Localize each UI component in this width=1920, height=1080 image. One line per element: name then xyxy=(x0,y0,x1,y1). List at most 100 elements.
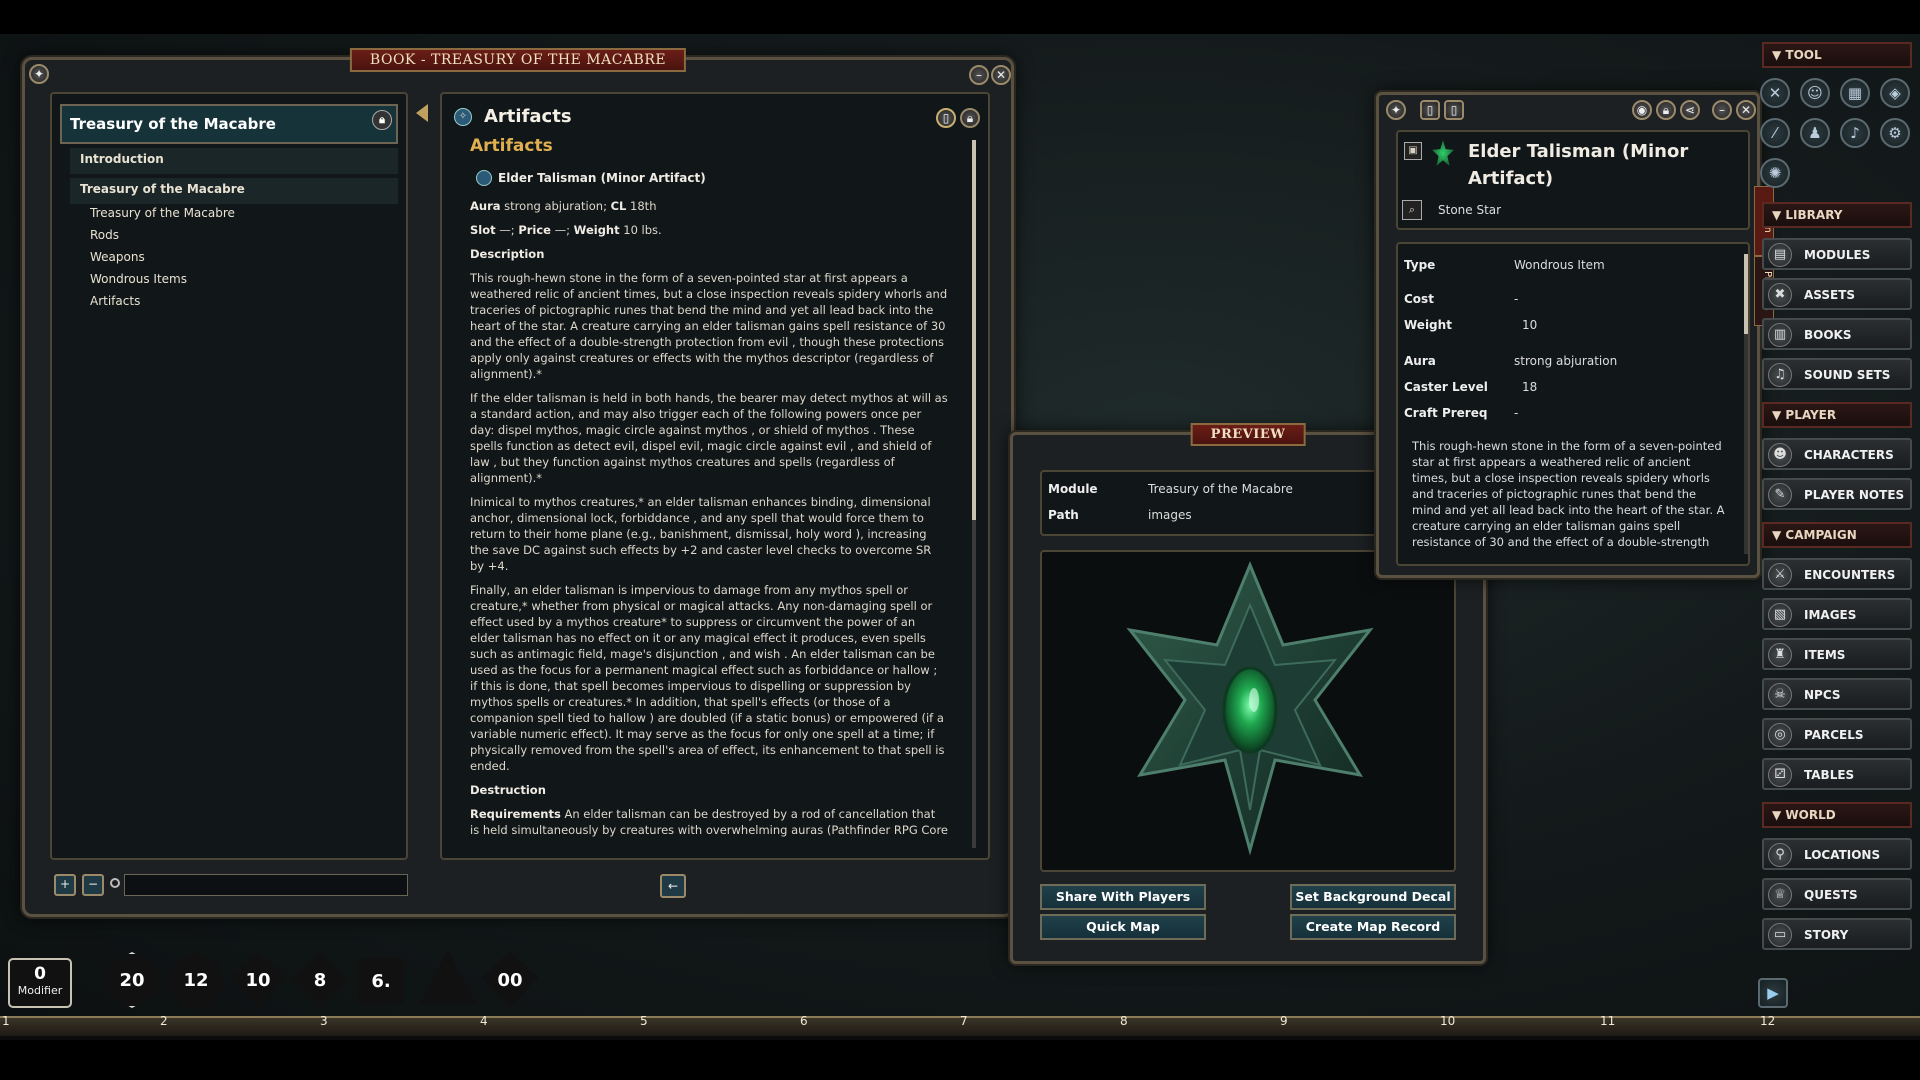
item-link[interactable]: Elder Talisman (Minor Artifact) xyxy=(498,171,706,185)
content-scrollbar-thumb[interactable] xyxy=(972,140,976,520)
tool-header[interactable]: ▼ TOOL xyxy=(1762,42,1912,68)
toc-item-treasury-section[interactable]: Treasury of the Macabre xyxy=(70,178,398,204)
prop-type-value[interactable]: Wondrous Item xyxy=(1514,258,1605,272)
sidebar-books[interactable]: ▥ BOOKS xyxy=(1762,318,1912,350)
prop-cost-value[interactable]: - xyxy=(1514,292,1518,306)
hotkey-11[interactable]: 11 xyxy=(1600,1014,1615,1028)
remove-button[interactable]: − xyxy=(82,874,104,896)
hotkey-5[interactable]: 5 xyxy=(640,1014,648,1028)
book-window-title[interactable]: BOOK - TREASURY OF THE MACABRE xyxy=(349,48,687,72)
collapse-arrow-icon[interactable] xyxy=(416,104,428,122)
hotkey-6[interactable]: 6 xyxy=(800,1014,808,1028)
hotkey-10[interactable]: 10 xyxy=(1440,1014,1455,1028)
hotkey-4[interactable]: 4 xyxy=(480,1014,488,1028)
create-map-record-button[interactable]: Create Map Record xyxy=(1290,914,1456,940)
book-toc-header-label: Treasury of the Macabre xyxy=(70,115,276,133)
back-button[interactable]: ← xyxy=(660,874,686,898)
party-icon[interactable]: ☺ xyxy=(1800,78,1830,108)
item-close-button[interactable]: ✕ xyxy=(1736,100,1756,120)
preview-window-title[interactable]: PREVIEW xyxy=(1190,423,1306,446)
prop-craft-prereq-value[interactable]: - xyxy=(1514,406,1518,420)
sidebar-assets[interactable]: ✖ ASSETS xyxy=(1762,278,1912,310)
sidebar-parcels[interactable]: ◎ PARCELS xyxy=(1762,718,1912,750)
item-scrollbar[interactable] xyxy=(1744,254,1748,554)
toc-item-rods[interactable]: Rods xyxy=(90,228,119,242)
cl-text: 18th xyxy=(626,199,657,213)
content-scrollbar[interactable] xyxy=(972,140,976,848)
book-toc-header[interactable]: Treasury of the Macabre 🔒︎ xyxy=(60,104,398,144)
page-lock-button[interactable]: 🔒︎ xyxy=(960,108,980,128)
player-header-label: PLAYER xyxy=(1785,408,1837,422)
campaign-header[interactable]: ▼ CAMPAIGN xyxy=(1762,522,1912,548)
elder-talisman-image[interactable] xyxy=(1090,560,1410,860)
toc-item-introduction[interactable]: Introduction xyxy=(70,148,398,174)
item-name[interactable]: Elder Talisman (Minor Artifact) xyxy=(1468,138,1738,192)
item-link-icon[interactable] xyxy=(476,170,492,186)
search-input[interactable] xyxy=(124,874,408,896)
toc-item-wondrous-items[interactable]: Wondrous Items xyxy=(90,272,187,286)
toc-item-weapons[interactable]: Weapons xyxy=(90,250,145,264)
settings-icon[interactable]: ⚙ xyxy=(1880,118,1910,148)
hotkey-3[interactable]: 3 xyxy=(320,1014,328,1028)
item-subname[interactable]: Stone Star xyxy=(1438,203,1501,217)
play-icon[interactable]: ▶ xyxy=(1758,978,1788,1008)
sidebar-images[interactable]: ▧ IMAGES xyxy=(1762,598,1912,630)
close-button[interactable]: ✕ xyxy=(991,65,1011,85)
item-id-button[interactable]: ◉ xyxy=(1632,100,1652,120)
player-header[interactable]: ▼ PLAYER xyxy=(1762,402,1912,428)
hotkey-7[interactable]: 7 xyxy=(960,1014,968,1028)
sidebar-characters[interactable]: ☻ CHARACTERS xyxy=(1762,438,1912,470)
sidebar-story[interactable]: ▭ STORY xyxy=(1762,918,1912,950)
x-tool-icon[interactable]: ✕ xyxy=(1760,78,1790,108)
prop-weight-value[interactable]: 10 xyxy=(1522,318,1537,332)
sidebar-items[interactable]: ♜ ITEMS xyxy=(1762,638,1912,670)
toc-item-treasury[interactable]: Treasury of the Macabre xyxy=(90,206,235,220)
hotkey-1[interactable]: 1 xyxy=(2,1014,10,1028)
paragraph-4: Finally, an elder talisman is impervious… xyxy=(470,583,945,773)
library-header[interactable]: ▼ LIBRARY xyxy=(1762,202,1912,228)
hotkey-8[interactable]: 8 xyxy=(1120,1014,1128,1028)
sidebar-encounters[interactable]: ⚔ ENCOUNTERS xyxy=(1762,558,1912,590)
sidebar-sound-sets[interactable]: ♫ SOUND SETS xyxy=(1762,358,1912,390)
hotkey-2[interactable]: 2 xyxy=(160,1014,168,1028)
sidebar-locations[interactable]: ⚲ LOCATIONS xyxy=(1762,838,1912,870)
pointer-icon[interactable]: ⁄ xyxy=(1760,118,1790,148)
quick-map-button[interactable]: Quick Map xyxy=(1040,914,1206,940)
toc-item-artifacts[interactable]: Artifacts xyxy=(90,294,140,308)
item-copy-button[interactable]: ▯ xyxy=(1444,100,1464,120)
effects-icon[interactable]: ◈ xyxy=(1880,78,1910,108)
sidebar-player-notes[interactable]: ✎ PLAYER NOTES xyxy=(1762,478,1912,510)
item-lock-button[interactable]: 🔒︎ xyxy=(1656,100,1676,120)
combat-tracker-icon[interactable]: ♟ xyxy=(1800,118,1830,148)
add-button[interactable]: + xyxy=(54,874,76,896)
modifier-box[interactable]: 0 Modifier xyxy=(8,958,72,1008)
page-copy-button[interactable]: ▯ xyxy=(936,108,956,128)
d6-die[interactable]: 6. xyxy=(358,958,404,1004)
sidebar-tables-label: TABLES xyxy=(1804,768,1855,782)
item-minimize-button[interactable]: – xyxy=(1712,100,1732,120)
share-with-players-button[interactable]: Share With Players xyxy=(1040,884,1206,910)
item-scrollbar-thumb[interactable] xyxy=(1744,254,1748,334)
sidebar-tables[interactable]: ⚂ TABLES xyxy=(1762,758,1912,790)
d100-label: 00 xyxy=(497,969,523,991)
item-share-button[interactable]: ⋖ xyxy=(1680,100,1700,120)
set-background-decal-button[interactable]: Set Background Decal xyxy=(1290,884,1456,910)
world-header[interactable]: ▼ WORLD xyxy=(1762,802,1912,828)
hotkey-9[interactable]: 9 xyxy=(1280,1014,1288,1028)
item-description[interactable]: This rough-hewn stone in the form of a s… xyxy=(1412,438,1728,552)
hotkey-12[interactable]: 12 xyxy=(1760,1014,1775,1028)
prop-caster-level-value[interactable]: 18 xyxy=(1522,380,1537,394)
item-unidentified-icon[interactable]: ⌕ xyxy=(1402,200,1422,220)
calendar-icon[interactable]: ▦ xyxy=(1840,78,1870,108)
sidebar-modules[interactable]: ▤ MODULES xyxy=(1762,238,1912,270)
music-icon[interactable]: ♪ xyxy=(1840,118,1870,148)
minimize-button[interactable]: – xyxy=(969,65,989,85)
prop-cost-label: Cost xyxy=(1404,292,1434,306)
light-icon[interactable]: ✺ xyxy=(1760,158,1790,188)
sidebar-quests[interactable]: ♕ QUESTS xyxy=(1762,878,1912,910)
lock-icon[interactable]: 🔒︎ xyxy=(372,110,392,130)
prop-aura-value[interactable]: strong abjuration xyxy=(1514,354,1617,368)
images-icon: ▧ xyxy=(1768,603,1792,627)
item-link-button[interactable]: ▯ xyxy=(1420,100,1440,120)
sidebar-npcs[interactable]: ☠ NPCS xyxy=(1762,678,1912,710)
